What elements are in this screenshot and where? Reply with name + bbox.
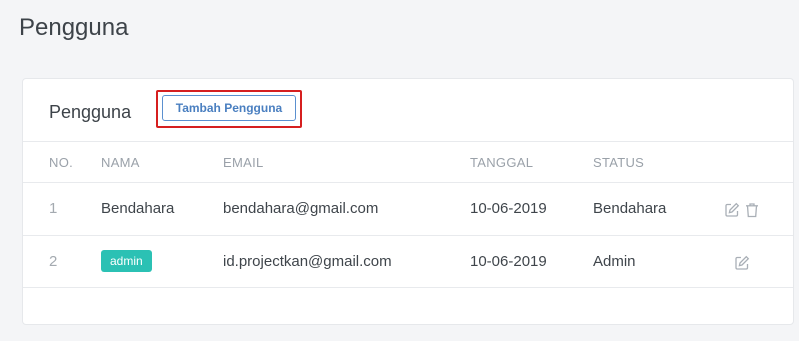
table-row: 1 Bendahara bendahara@gmail.com 10-06-20… [23,182,793,235]
cell-tanggal: 10-06-2019 [470,253,547,270]
card-title: Pengguna [49,102,132,122]
cell-status: Admin [593,253,636,270]
column-header-status[interactable]: STATUS [593,155,644,170]
table-row: 2 admin id.projectkan@gmail.com 10-06-20… [23,235,793,288]
cell-no: 2 [49,253,58,270]
cell-email: id.projectkan@gmail.com [223,253,392,270]
cell-email: bendahara@gmail.com [223,200,379,217]
edit-icon[interactable] [724,202,740,218]
cell-nama: Bendahara [101,200,175,217]
column-header-tanggal[interactable]: TANGGAL [470,155,533,170]
trash-icon[interactable] [744,202,760,218]
cell-tanggal: 10-06-2019 [470,200,547,217]
edit-icon[interactable] [734,255,750,271]
column-header-email[interactable]: EMAIL [223,155,264,170]
page-title: Pengguna [19,14,129,41]
add-user-button[interactable]: Tambah Pengguna [162,95,296,121]
cell-no: 1 [49,200,58,217]
column-header-nama[interactable]: NAMA [101,155,140,170]
users-card: Pengguna Tambah Pengguna NO. NAMA EMAIL … [22,78,794,325]
card-header: Pengguna Tambah Pengguna [23,79,793,141]
admin-badge: admin [101,250,152,272]
column-header-no: NO. [49,155,74,170]
cell-status: Bendahara [593,200,667,217]
table-header-row: NO. NAMA EMAIL TANGGAL STATUS [23,141,793,182]
